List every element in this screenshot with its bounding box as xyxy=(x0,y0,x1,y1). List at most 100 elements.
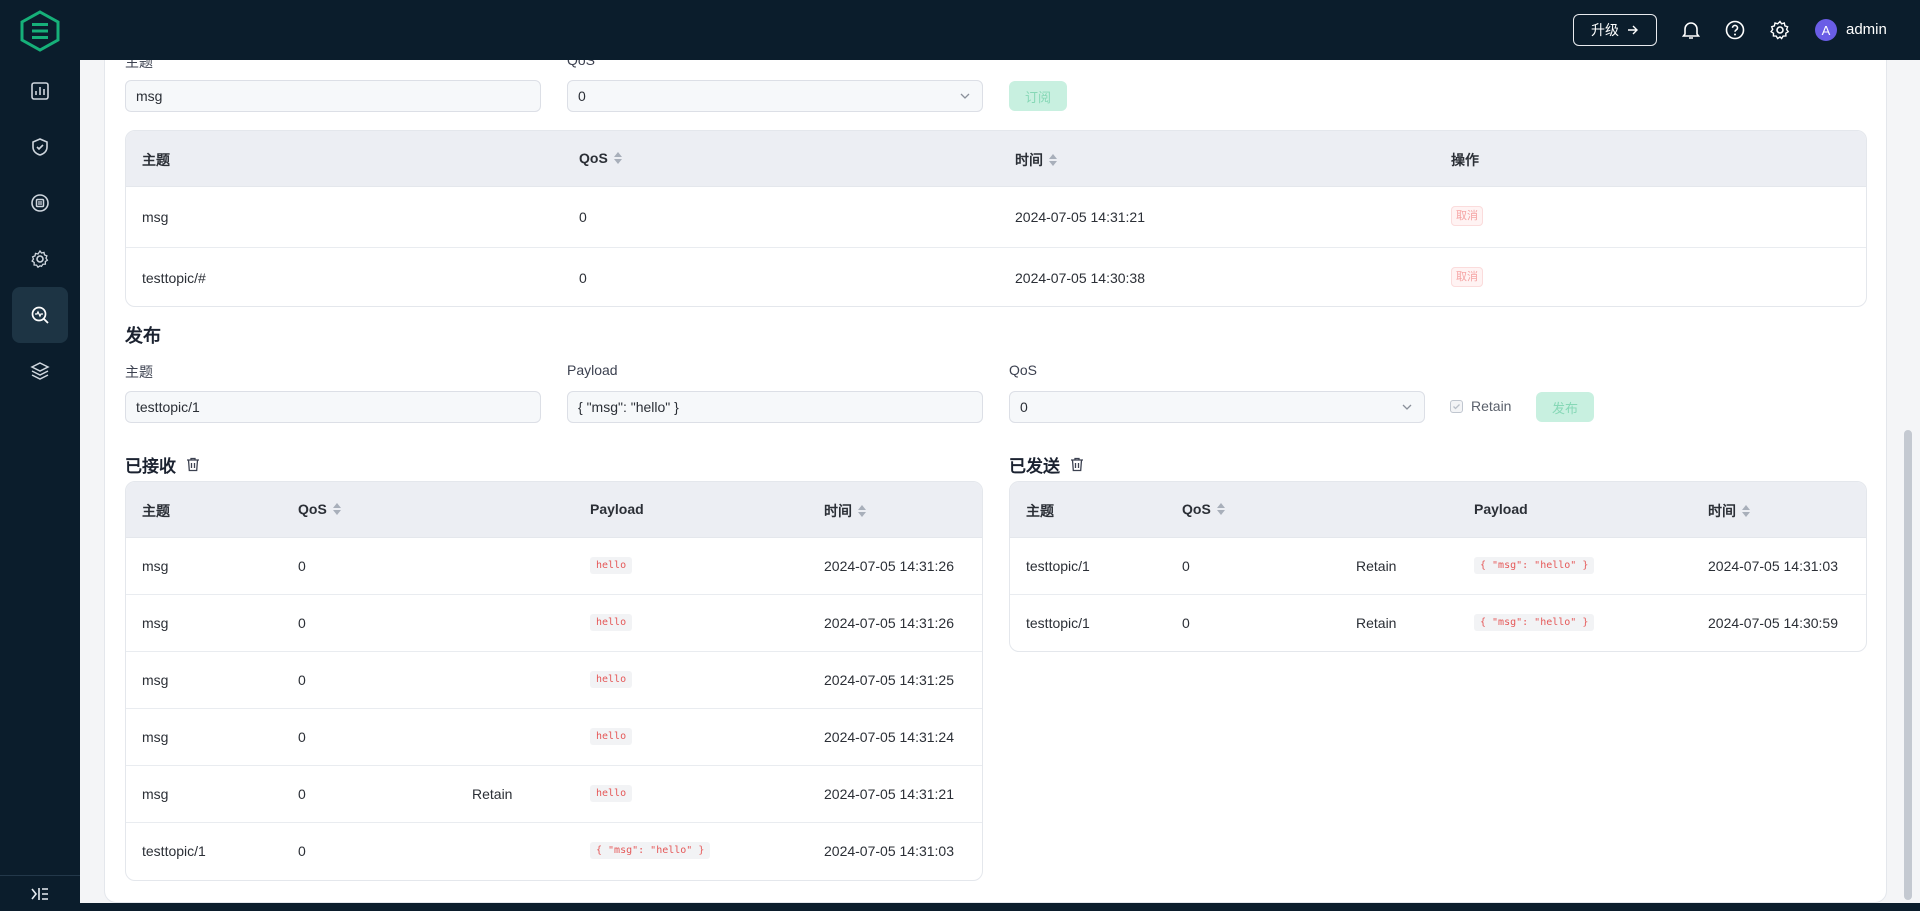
content-scrollbar[interactable] xyxy=(1904,430,1912,900)
help-icon[interactable] xyxy=(1723,18,1747,42)
table-row: msg 0 2024-07-05 14:31:21 取消 xyxy=(126,187,1866,248)
subscribe-topic-input[interactable]: msg xyxy=(125,80,541,112)
table-row: msg 0 Retain hello 2024-07-05 14:31:21 xyxy=(126,766,982,823)
payload-cell: { "msg": "hello" } xyxy=(1474,555,1595,574)
retain-cell: Retain xyxy=(1356,558,1397,574)
column-header-time[interactable]: 时间 xyxy=(824,501,866,521)
table-row: msg 0 hello 2024-07-05 14:31:24 xyxy=(126,709,982,766)
time-cell: 2024-07-05 14:30:38 xyxy=(1015,270,1145,286)
column-header-qos[interactable]: QoS xyxy=(1182,501,1225,517)
trash-icon[interactable] xyxy=(1070,457,1084,472)
received-section-title: 已接收 xyxy=(125,452,200,477)
time-cell: 2024-07-05 14:31:24 xyxy=(824,729,954,745)
upgrade-button[interactable]: 升级 xyxy=(1573,14,1657,46)
publish-section-title: 发布 xyxy=(125,326,161,346)
qos-cell: 0 xyxy=(1182,615,1190,631)
topic-cell: msg xyxy=(142,209,169,225)
sidebar-item-access-control[interactable] xyxy=(12,119,68,175)
shield-check-icon xyxy=(32,138,48,156)
payload-input[interactable]: { "msg": "hello" } xyxy=(567,391,983,423)
column-header-qos[interactable]: QoS xyxy=(579,150,622,166)
chevron-down-icon xyxy=(1402,404,1412,410)
gear-cog-icon xyxy=(31,249,49,269)
retain-checkbox[interactable]: Retain xyxy=(1450,398,1511,414)
websocket-client-card: 主题 msg QoS 0 订阅 主题 QoS 时间 操作 msg 0 2024-… xyxy=(104,60,1887,903)
avatar[interactable]: A xyxy=(1815,19,1837,41)
received-rows: msg 0 hello 2024-07-05 14:31:26 msg 0 hello 202… xyxy=(126,538,982,880)
table-header: 主题 QoS Payload 时间 xyxy=(1010,482,1866,538)
unsubscribe-button[interactable]: 取消 xyxy=(1451,206,1483,226)
payload-cell: hello xyxy=(590,726,633,745)
layers-icon xyxy=(30,362,50,380)
retain-cell: Retain xyxy=(472,786,513,802)
user-name[interactable]: admin xyxy=(1846,21,1887,38)
topic-cell: testtopic/1 xyxy=(142,843,206,859)
collapse-menu-icon xyxy=(31,887,48,900)
dashboard-icon xyxy=(31,82,49,100)
publish-qos-label: QoS xyxy=(1009,362,1038,378)
sent-rows: testtopic/1 0 Retain { "msg": "hello" } 2024… xyxy=(1010,538,1866,651)
settings-icon[interactable] xyxy=(1768,18,1792,42)
topic-cell: msg xyxy=(142,786,169,802)
column-header-time[interactable]: 时间 xyxy=(1708,501,1750,521)
time-cell: 2024-07-05 14:31:03 xyxy=(824,843,954,859)
topic-cell: msg xyxy=(142,672,169,688)
column-header-topic: 主题 xyxy=(1026,503,1054,519)
subscribe-button[interactable]: 订阅 xyxy=(1009,81,1067,111)
table-header: 主题 QoS Payload 时间 xyxy=(126,482,982,538)
sort-icon[interactable] xyxy=(1742,505,1750,517)
time-cell: 2024-07-05 14:31:03 xyxy=(1708,558,1838,574)
checkbox-icon[interactable] xyxy=(1450,399,1463,413)
sort-icon[interactable] xyxy=(332,503,341,515)
column-header-action: 操作 xyxy=(1451,152,1479,168)
column-header-payload: Payload xyxy=(1474,501,1528,517)
column-header-qos[interactable]: QoS xyxy=(298,501,341,517)
time-cell: 2024-07-05 14:30:59 xyxy=(1708,615,1838,631)
chevron-down-icon xyxy=(960,93,970,99)
subscriptions-table: 主题 QoS 时间 操作 msg 0 2024-07-05 14:31:21 取… xyxy=(125,130,1867,307)
qos-cell: 0 xyxy=(1182,558,1190,574)
table-row: testtopic/1 0 { "msg": "hello" } 2024-07-05… xyxy=(126,823,982,880)
topic-cell: testtopic/1 xyxy=(1026,558,1090,574)
table-header: 主题 QoS 时间 操作 xyxy=(126,131,1866,187)
topic-cell: testtopic/1 xyxy=(1026,615,1090,631)
time-cell: 2024-07-05 14:31:26 xyxy=(824,558,954,574)
arrow-right-icon xyxy=(1628,25,1638,35)
sidebar-item-diagnose[interactable] xyxy=(12,287,68,343)
subscribe-qos-select[interactable]: 0 xyxy=(567,80,983,112)
sidebar-item-dashboard[interactable] xyxy=(12,63,68,119)
emqx-logo[interactable] xyxy=(18,10,62,52)
topic-cell: msg xyxy=(142,615,169,631)
unsubscribe-button[interactable]: 取消 xyxy=(1451,267,1483,287)
column-header-time[interactable]: 时间 xyxy=(1015,150,1057,170)
qos-cell: 0 xyxy=(298,558,306,574)
publish-qos-select[interactable]: 0 xyxy=(1009,391,1425,423)
payload-label: Payload xyxy=(567,362,618,378)
publish-button[interactable]: 发布 xyxy=(1536,392,1594,422)
qos-cell: 0 xyxy=(579,270,587,286)
sort-icon[interactable] xyxy=(1049,154,1057,166)
sidebar-item-extensions[interactable] xyxy=(12,343,68,399)
sort-icon[interactable] xyxy=(858,505,866,517)
table-row: testtopic/1 0 Retain { "msg": "hello" } 2024… xyxy=(1010,538,1866,595)
bell-icon[interactable] xyxy=(1679,18,1703,42)
table-row: testtopic/# 0 2024-07-05 14:30:38 取消 xyxy=(126,248,1866,306)
qos-cell: 0 xyxy=(298,672,306,688)
subscribe-topic-label: 主题 xyxy=(125,60,153,70)
time-cell: 2024-07-05 14:31:25 xyxy=(824,672,954,688)
sidebar-item-integration[interactable] xyxy=(12,175,68,231)
sidebar-item-management[interactable] xyxy=(12,231,68,287)
sort-icon[interactable] xyxy=(1216,503,1225,515)
time-cell: 2024-07-05 14:31:21 xyxy=(1015,209,1145,225)
table-row: msg 0 hello 2024-07-05 14:31:26 xyxy=(126,595,982,652)
sidebar xyxy=(0,60,80,911)
top-bar: 升级 A admin xyxy=(0,0,1920,60)
publish-topic-input[interactable]: testtopic/1 xyxy=(125,391,541,423)
integration-icon xyxy=(31,194,49,212)
sort-icon[interactable] xyxy=(613,152,622,164)
trash-icon[interactable] xyxy=(186,457,200,472)
table-row: msg 0 hello 2024-07-05 14:31:26 xyxy=(126,538,982,595)
payload-cell: hello xyxy=(590,612,633,631)
upgrade-label: 升级 xyxy=(1591,22,1619,38)
collapse-sidebar-button[interactable] xyxy=(0,875,80,911)
